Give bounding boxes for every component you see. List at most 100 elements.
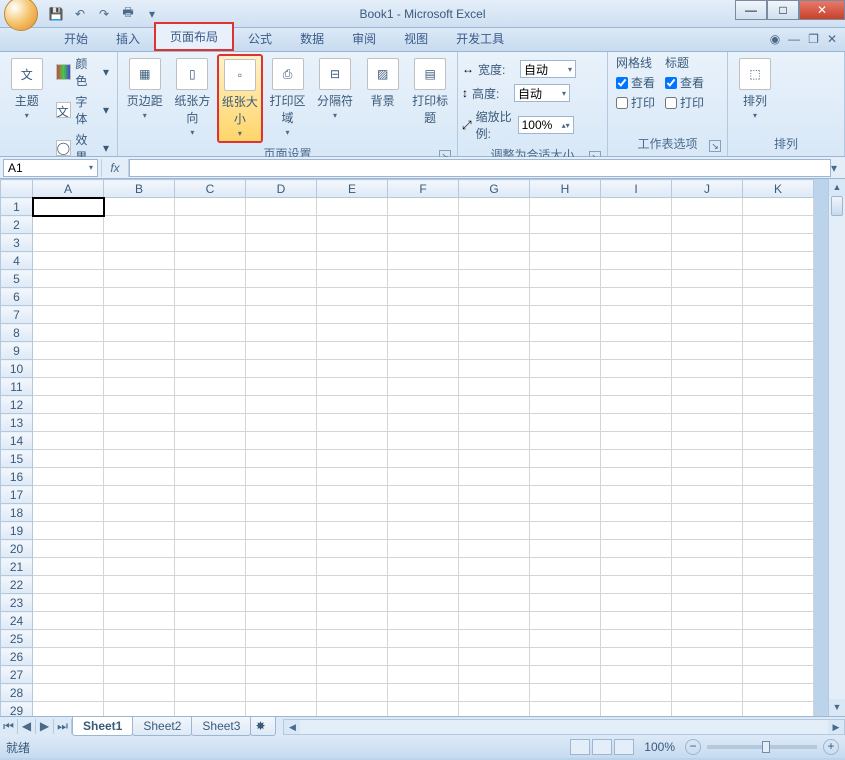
column-header[interactable]: H xyxy=(530,180,601,198)
cell[interactable] xyxy=(246,666,317,684)
column-header[interactable]: D xyxy=(246,180,317,198)
cell[interactable] xyxy=(33,558,104,576)
cell[interactable] xyxy=(33,396,104,414)
cell[interactable] xyxy=(743,324,814,342)
theme-colors-button[interactable]: 颜色▾ xyxy=(52,54,113,90)
cell[interactable] xyxy=(33,288,104,306)
paper-size-button[interactable]: ▫纸张大小▾ xyxy=(217,54,263,143)
row-header[interactable]: 2 xyxy=(1,216,33,234)
cell[interactable] xyxy=(33,360,104,378)
cell[interactable] xyxy=(672,324,743,342)
cell[interactable] xyxy=(246,252,317,270)
cell[interactable] xyxy=(104,648,175,666)
cell[interactable] xyxy=(743,198,814,216)
cell[interactable] xyxy=(459,234,530,252)
cell[interactable] xyxy=(672,630,743,648)
cell[interactable] xyxy=(459,522,530,540)
row-header[interactable]: 17 xyxy=(1,486,33,504)
cell[interactable] xyxy=(743,576,814,594)
cell[interactable] xyxy=(459,684,530,702)
cell[interactable] xyxy=(601,594,672,612)
cell[interactable] xyxy=(743,666,814,684)
tab-review[interactable]: 审阅 xyxy=(338,26,390,51)
cell[interactable] xyxy=(743,648,814,666)
cell[interactable] xyxy=(672,306,743,324)
cell[interactable] xyxy=(175,612,246,630)
cell[interactable] xyxy=(459,396,530,414)
print-area-button[interactable]: ⎙打印区域▾ xyxy=(265,54,311,141)
cell[interactable] xyxy=(317,486,388,504)
cell[interactable] xyxy=(459,468,530,486)
cell[interactable] xyxy=(672,576,743,594)
cell[interactable] xyxy=(672,702,743,717)
cell[interactable] xyxy=(104,504,175,522)
cell[interactable] xyxy=(104,432,175,450)
cell[interactable] xyxy=(601,702,672,717)
cell[interactable] xyxy=(317,414,388,432)
row-header[interactable]: 10 xyxy=(1,360,33,378)
cell[interactable] xyxy=(743,594,814,612)
cell[interactable] xyxy=(175,378,246,396)
column-header[interactable]: B xyxy=(104,180,175,198)
cell[interactable] xyxy=(601,216,672,234)
column-header[interactable]: K xyxy=(743,180,814,198)
cell[interactable] xyxy=(317,702,388,717)
scroll-down-icon[interactable]: ▼ xyxy=(829,699,845,716)
cell[interactable] xyxy=(459,486,530,504)
cell[interactable] xyxy=(459,342,530,360)
cell[interactable] xyxy=(743,612,814,630)
cell[interactable] xyxy=(33,504,104,522)
cell[interactable] xyxy=(317,594,388,612)
cell[interactable] xyxy=(317,234,388,252)
cell[interactable] xyxy=(33,612,104,630)
cell[interactable] xyxy=(246,630,317,648)
cell[interactable] xyxy=(33,522,104,540)
namebox-dropdown-icon[interactable]: ▾ xyxy=(89,163,93,172)
cell[interactable] xyxy=(459,540,530,558)
cell[interactable] xyxy=(672,216,743,234)
cell[interactable] xyxy=(104,234,175,252)
cell[interactable] xyxy=(317,252,388,270)
cell[interactable] xyxy=(175,288,246,306)
cell[interactable] xyxy=(388,432,459,450)
cell[interactable] xyxy=(530,558,601,576)
cell[interactable] xyxy=(104,216,175,234)
cell[interactable] xyxy=(672,522,743,540)
cell[interactable] xyxy=(743,540,814,558)
cell[interactable] xyxy=(175,702,246,717)
cell[interactable] xyxy=(175,630,246,648)
cell[interactable] xyxy=(317,540,388,558)
scroll-left-icon[interactable]: ◀ xyxy=(284,720,300,734)
cell[interactable] xyxy=(601,558,672,576)
cell[interactable] xyxy=(601,684,672,702)
cell[interactable] xyxy=(388,594,459,612)
sheet-nav-prev-icon[interactable]: ◀ xyxy=(18,719,36,734)
cell[interactable] xyxy=(246,594,317,612)
cell[interactable] xyxy=(672,486,743,504)
cell[interactable] xyxy=(743,396,814,414)
row-header[interactable]: 26 xyxy=(1,648,33,666)
cell[interactable] xyxy=(317,288,388,306)
cell[interactable] xyxy=(530,252,601,270)
cell[interactable] xyxy=(246,612,317,630)
cell[interactable] xyxy=(743,432,814,450)
cell[interactable] xyxy=(33,252,104,270)
cell[interactable] xyxy=(246,576,317,594)
cell[interactable] xyxy=(388,504,459,522)
sheet-tab-2[interactable]: Sheet2 xyxy=(132,717,192,736)
cell[interactable] xyxy=(459,576,530,594)
cell[interactable] xyxy=(388,576,459,594)
cell[interactable] xyxy=(672,648,743,666)
vertical-scrollbar[interactable]: ▲ ▼ xyxy=(828,179,845,716)
doc-minimize-icon[interactable]: — xyxy=(788,32,800,46)
select-all-corner[interactable] xyxy=(1,180,33,198)
cell[interactable] xyxy=(601,378,672,396)
cell[interactable] xyxy=(459,306,530,324)
cell[interactable] xyxy=(175,666,246,684)
view-pagebreak-icon[interactable] xyxy=(614,739,634,755)
doc-restore-icon[interactable]: ❐ xyxy=(808,32,819,46)
cell[interactable] xyxy=(601,504,672,522)
cell[interactable] xyxy=(672,360,743,378)
row-header[interactable]: 8 xyxy=(1,324,33,342)
cell[interactable] xyxy=(104,612,175,630)
